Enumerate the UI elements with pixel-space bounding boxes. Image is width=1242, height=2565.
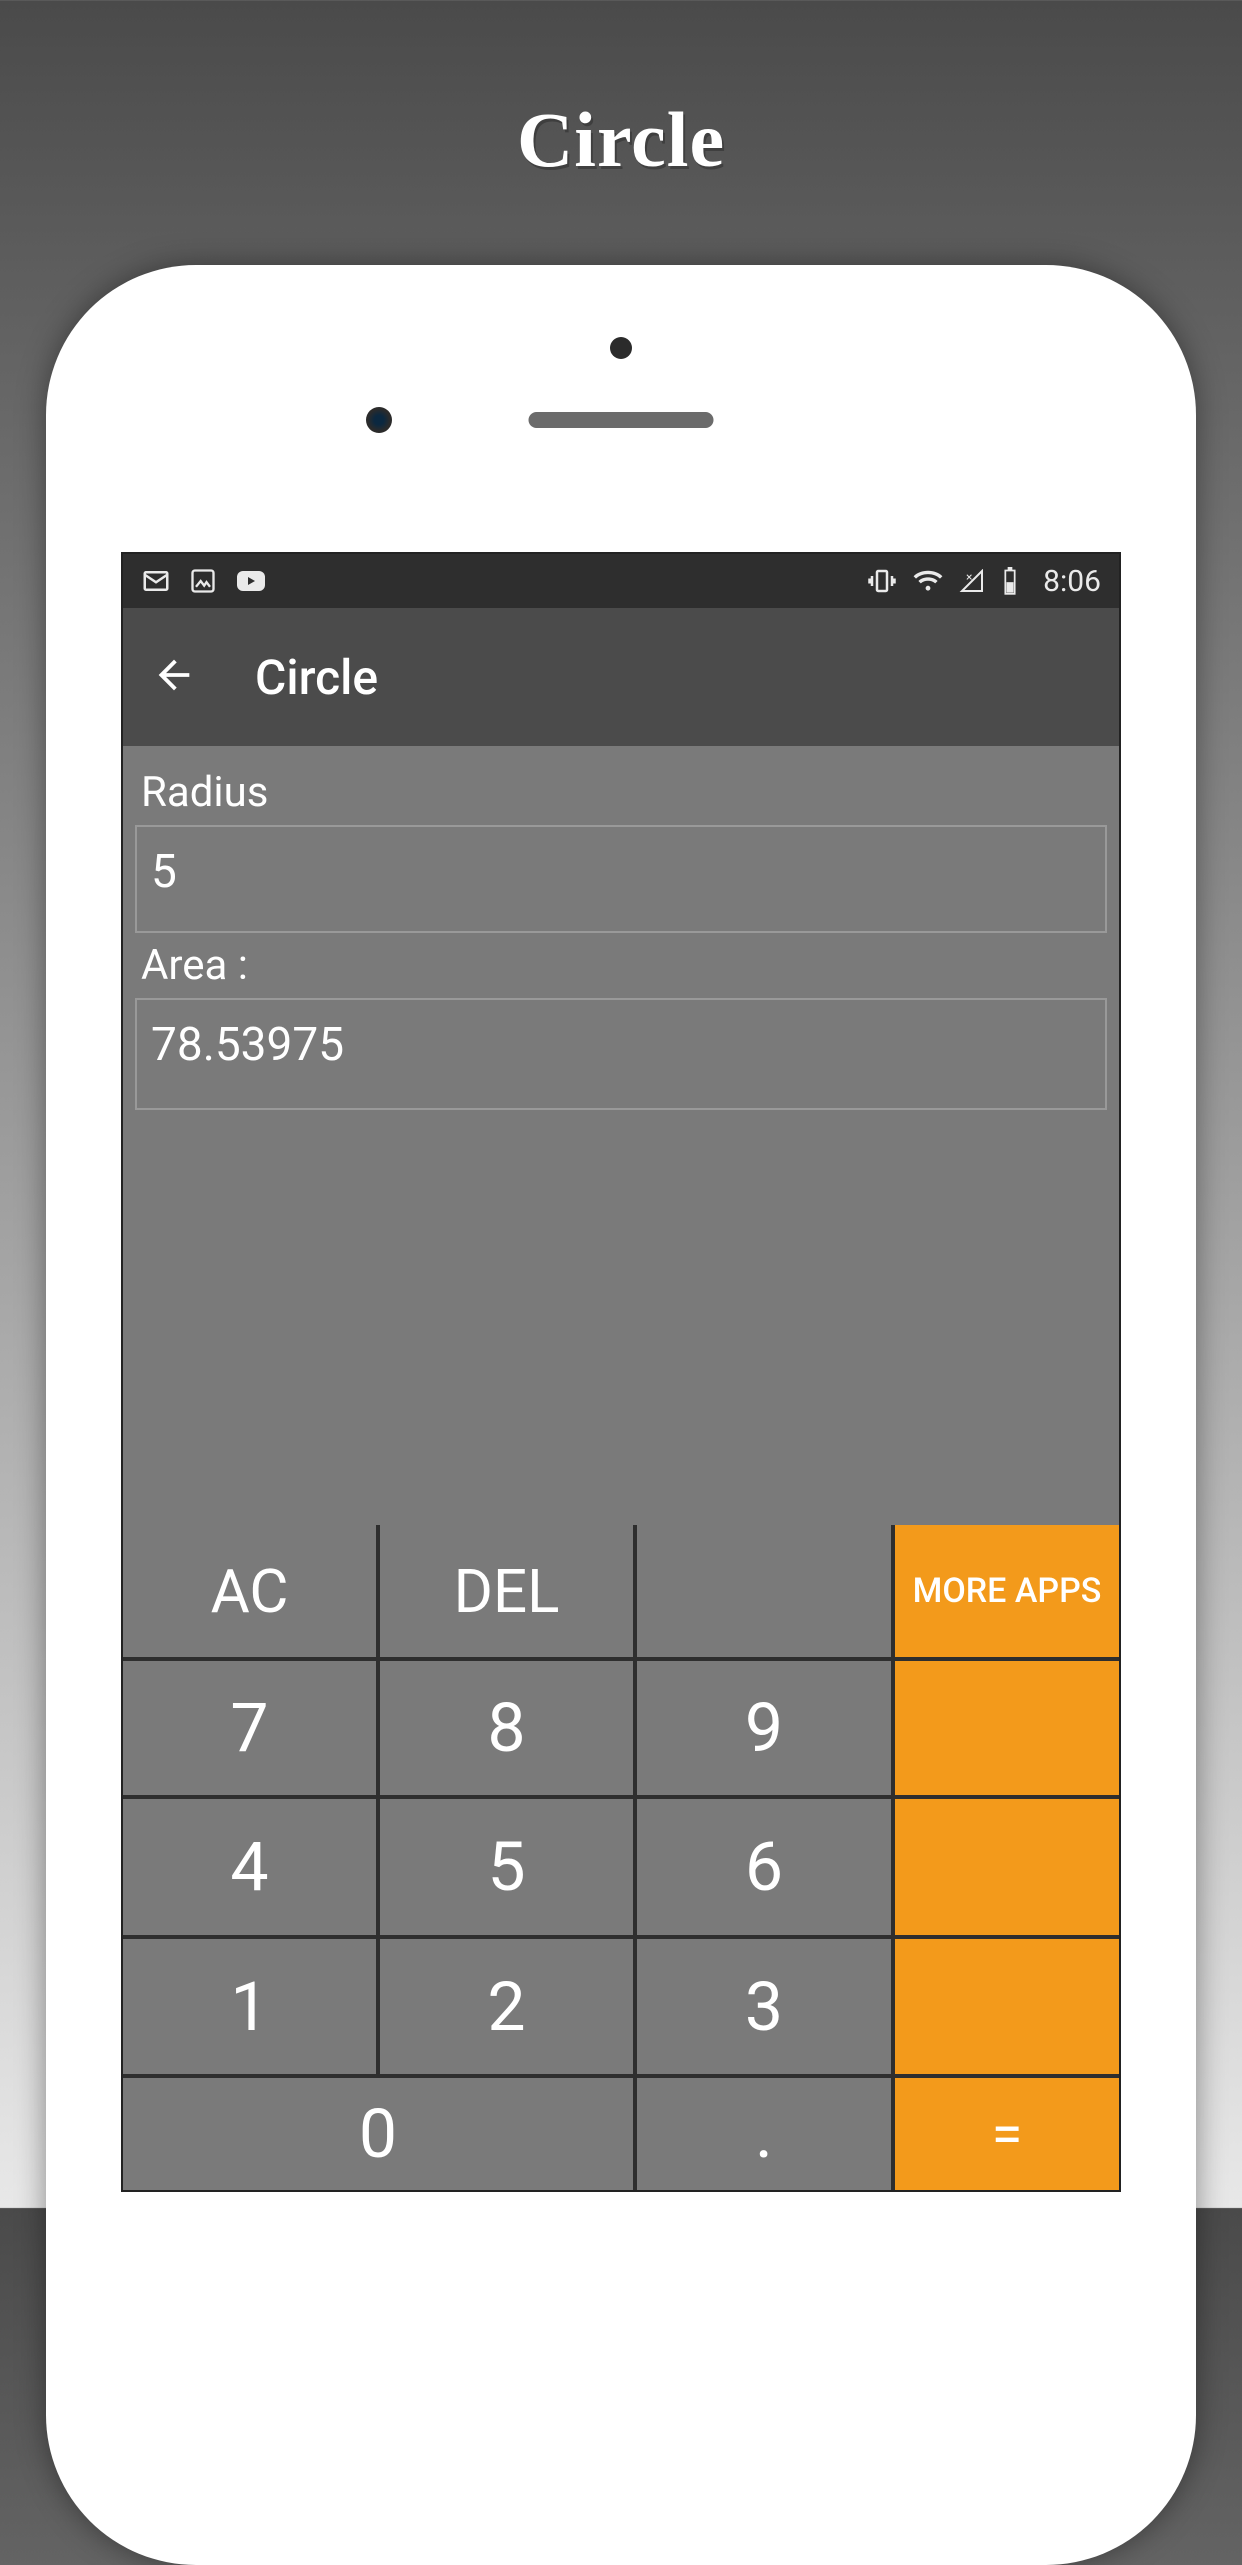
- key-9[interactable]: 9: [637, 1661, 891, 1795]
- del-button[interactable]: DEL: [380, 1525, 633, 1657]
- radius-input[interactable]: 5: [135, 825, 1107, 933]
- area-output: 78.53975: [135, 998, 1107, 1110]
- back-button[interactable]: [151, 652, 197, 702]
- key-6[interactable]: 6: [637, 1799, 891, 1935]
- key-4[interactable]: 4: [123, 1799, 376, 1935]
- key-5[interactable]: 5: [380, 1799, 633, 1935]
- ac-button[interactable]: AC: [123, 1525, 376, 1657]
- svg-text:×: ×: [966, 570, 972, 584]
- key-1[interactable]: 1: [123, 1939, 376, 2074]
- status-left: [141, 566, 267, 596]
- battery-icon: [1001, 567, 1019, 595]
- key-7[interactable]: 7: [123, 1661, 376, 1795]
- status-right: × 8:06: [867, 564, 1101, 599]
- action-bar: Circle: [123, 608, 1119, 746]
- phone-frame: × 8:06 Circle Radius 5 Area : 78.53975: [46, 265, 1196, 2565]
- key-2[interactable]: 2: [380, 1939, 633, 2074]
- op-key-1[interactable]: [895, 1661, 1119, 1795]
- radius-label: Radius: [141, 768, 1107, 817]
- wifi-icon: [913, 569, 943, 593]
- phone-speaker: [529, 412, 714, 428]
- key-0[interactable]: 0: [123, 2078, 633, 2190]
- screen: × 8:06 Circle Radius 5 Area : 78.53975: [121, 552, 1121, 2192]
- more-apps-button[interactable]: MORE APPS: [895, 1525, 1119, 1657]
- op-key-2[interactable]: [895, 1799, 1119, 1935]
- op-key-3[interactable]: [895, 1939, 1119, 2074]
- key-3[interactable]: 3: [637, 1939, 891, 2074]
- fields: Radius 5 Area : 78.53975: [123, 746, 1119, 1132]
- status-time: 8:06: [1043, 564, 1101, 599]
- screen-title: Circle: [255, 649, 378, 706]
- key-8[interactable]: 8: [380, 1661, 633, 1795]
- phone-camera: [366, 407, 392, 433]
- equals-button[interactable]: =: [895, 2078, 1119, 2190]
- signal-icon: ×: [959, 569, 985, 593]
- photo-icon: [189, 567, 217, 595]
- youtube-icon: [235, 569, 267, 593]
- empty-key: [637, 1525, 891, 1657]
- vibrate-icon: [867, 566, 897, 596]
- key-dot[interactable]: .: [637, 2078, 891, 2190]
- status-bar: × 8:06: [123, 554, 1119, 608]
- keypad: AC DEL MORE APPS 7 8 9 4 5 6 1 2 3 0 . =: [123, 1525, 1119, 2190]
- mail-icon: [141, 566, 171, 596]
- area-label: Area :: [141, 941, 1107, 990]
- arrow-left-icon: [151, 652, 197, 702]
- page-title: Circle: [0, 0, 1242, 185]
